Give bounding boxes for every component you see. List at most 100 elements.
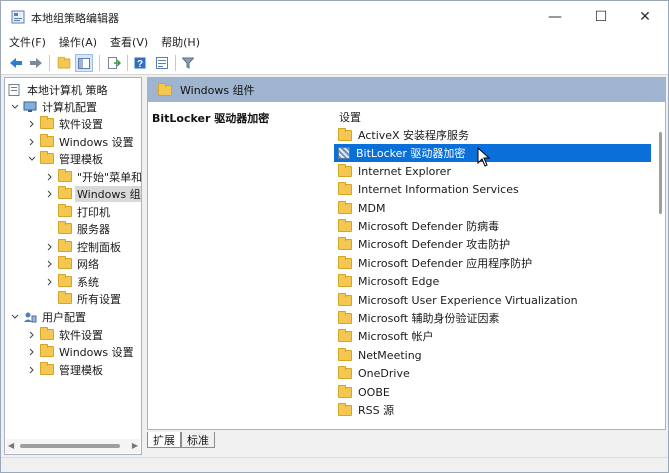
tree-item-cc-software[interactable]: 软件设置: [27, 115, 105, 132]
gpedit-window: 本地组策略编辑器 — ☐ ✕ 文件(F) 操作(A) 查看(V) 帮助(H) ?: [0, 0, 669, 473]
tree-item-root[interactable]: 本地计算机 策略: [8, 81, 110, 98]
chevron-right-icon[interactable]: [45, 172, 55, 182]
chevron-right-icon[interactable]: [27, 347, 37, 357]
list-item-label: BitLocker 驱动器加密: [356, 147, 466, 160]
tree-item-windows-components[interactable]: Windows 组件: [45, 185, 141, 202]
chevron-down-icon[interactable]: [10, 102, 20, 112]
list-item[interactable]: Microsoft User Experience Virtualization: [334, 291, 651, 309]
export-list-icon[interactable]: [105, 54, 123, 72]
settings-list[interactable]: 设置 ActiveX 安装程序服务 BitLocker 驱动器加密 Intern…: [326, 102, 665, 429]
list-item[interactable]: MDM: [334, 199, 651, 217]
menu-action[interactable]: 操作(A): [59, 34, 97, 50]
list-item[interactable]: Microsoft Defender 应用程序防护: [334, 254, 651, 272]
chevron-right-icon[interactable]: [45, 242, 55, 252]
list-item[interactable]: Internet Information Services: [334, 180, 651, 198]
list-item[interactable]: Internet Explorer: [334, 162, 651, 180]
folder-icon: [40, 115, 54, 130]
folder-icon: [58, 290, 72, 305]
tree-item-uc-software[interactable]: 软件设置: [27, 326, 105, 343]
scroll-right-icon[interactable]: ▶: [132, 441, 138, 450]
list-item-label: RSS 源: [358, 404, 395, 417]
folder-icon: [338, 292, 352, 306]
chevron-down-icon[interactable]: [10, 312, 20, 322]
tree-item-uc-windows[interactable]: Windows 设置: [27, 343, 136, 360]
tree-label: 服务器: [77, 222, 110, 236]
folder-icon: [58, 168, 72, 183]
list-item-label: Microsoft Defender 防病毒: [358, 220, 500, 233]
tree-item-servers[interactable]: 服务器: [58, 220, 112, 237]
tree-horizontal-scrollbar[interactable]: ◀ ▶: [6, 439, 140, 453]
folder-icon: [40, 150, 54, 165]
up-folder-icon[interactable]: [55, 54, 73, 72]
folder-icon: [338, 347, 352, 361]
chevron-down-icon[interactable]: [27, 154, 37, 164]
svg-text:?: ?: [137, 59, 143, 69]
folder-icon: [40, 343, 54, 358]
chevron-right-icon[interactable]: [45, 259, 55, 269]
tree-item-computer-config[interactable]: 计算机配置: [10, 98, 99, 115]
folder-icon: [58, 203, 72, 218]
menu-help[interactable]: 帮助(H): [161, 34, 200, 50]
tree-label: 系统: [77, 275, 99, 289]
show-hide-tree-icon[interactable]: [75, 54, 93, 72]
chevron-right-icon[interactable]: [27, 137, 37, 147]
back-icon[interactable]: [7, 54, 25, 72]
list-item[interactable]: Microsoft Defender 防病毒: [334, 217, 651, 235]
folder-icon: [40, 361, 54, 376]
list-item[interactable]: Microsoft Edge: [334, 272, 651, 290]
tab-extended[interactable]: 扩展: [147, 432, 181, 448]
tree-pane[interactable]: 本地计算机 策略 计算机配置 软件设置 Windows 设置 管理模板 "开始"…: [4, 77, 142, 455]
folder-open-icon: [58, 185, 72, 200]
chevron-right-icon[interactable]: [45, 189, 55, 199]
menu-view[interactable]: 查看(V): [110, 34, 148, 50]
help-icon[interactable]: ?: [131, 54, 149, 72]
forward-icon[interactable]: [27, 54, 45, 72]
chevron-right-icon[interactable]: [27, 119, 37, 129]
maximize-button[interactable]: ☐: [578, 1, 624, 33]
tree-item-user-config[interactable]: 用户配置: [10, 308, 88, 325]
minimize-button[interactable]: —: [532, 1, 578, 33]
list-item-label: Microsoft Edge: [358, 274, 440, 288]
list-item[interactable]: RSS 源: [334, 401, 651, 419]
list-item[interactable]: Microsoft 帐户: [334, 327, 651, 345]
tree-label: 计算机配置: [42, 100, 97, 114]
list-item[interactable]: NetMeeting: [334, 346, 651, 364]
scrollbar-thumb[interactable]: [20, 444, 120, 448]
tree-item-uc-admin[interactable]: 管理模板: [27, 361, 105, 378]
tree-item-cc-windows[interactable]: Windows 设置: [27, 133, 136, 150]
list-item[interactable]: OneDrive: [334, 364, 651, 382]
details-header-title: Windows 组件: [180, 84, 255, 97]
folder-icon: [58, 220, 72, 235]
tree-item-system[interactable]: 系统: [45, 273, 101, 290]
tree-item-start-menu[interactable]: "开始"菜单和: [45, 168, 141, 185]
list-item[interactable]: OOBE: [334, 383, 651, 401]
properties-icon[interactable]: [153, 54, 171, 72]
menu-file[interactable]: 文件(F): [9, 34, 46, 50]
list-item[interactable]: ActiveX 安装程序服务: [334, 126, 651, 144]
vertical-scrollbar-thumb[interactable]: [659, 132, 662, 214]
list-item-label: OOBE: [358, 385, 390, 399]
tree-label: Windows 设置: [59, 345, 134, 359]
tree-item-cc-admin[interactable]: 管理模板: [27, 150, 105, 167]
tab-standard[interactable]: 标准: [181, 432, 215, 448]
computer-icon: [23, 101, 37, 113]
list-item-label: Internet Explorer: [358, 164, 451, 178]
list-item-selected[interactable]: BitLocker 驱动器加密: [334, 144, 651, 162]
tree-item-network[interactable]: 网络: [45, 255, 101, 272]
tree-item-printers[interactable]: 打印机: [58, 203, 112, 220]
scroll-left-icon[interactable]: ◀: [8, 441, 14, 450]
tree-label: 打印机: [77, 205, 110, 219]
filter-icon[interactable]: [179, 54, 197, 72]
tree-label: 所有设置: [77, 292, 121, 306]
folder-icon: [58, 255, 72, 270]
list-item[interactable]: Microsoft Defender 攻击防护: [334, 235, 651, 253]
details-header: Windows 组件: [148, 78, 665, 102]
chevron-right-icon[interactable]: [45, 277, 55, 287]
chevron-right-icon[interactable]: [27, 330, 37, 340]
close-button[interactable]: ✕: [622, 1, 668, 33]
column-header-setting[interactable]: 设置: [339, 109, 361, 125]
tree-item-control-panel[interactable]: 控制面板: [45, 238, 123, 255]
chevron-right-icon[interactable]: [27, 365, 37, 375]
tree-item-all-settings[interactable]: 所有设置: [58, 290, 123, 307]
list-item[interactable]: Microsoft 辅助身份验证因素: [334, 309, 651, 327]
